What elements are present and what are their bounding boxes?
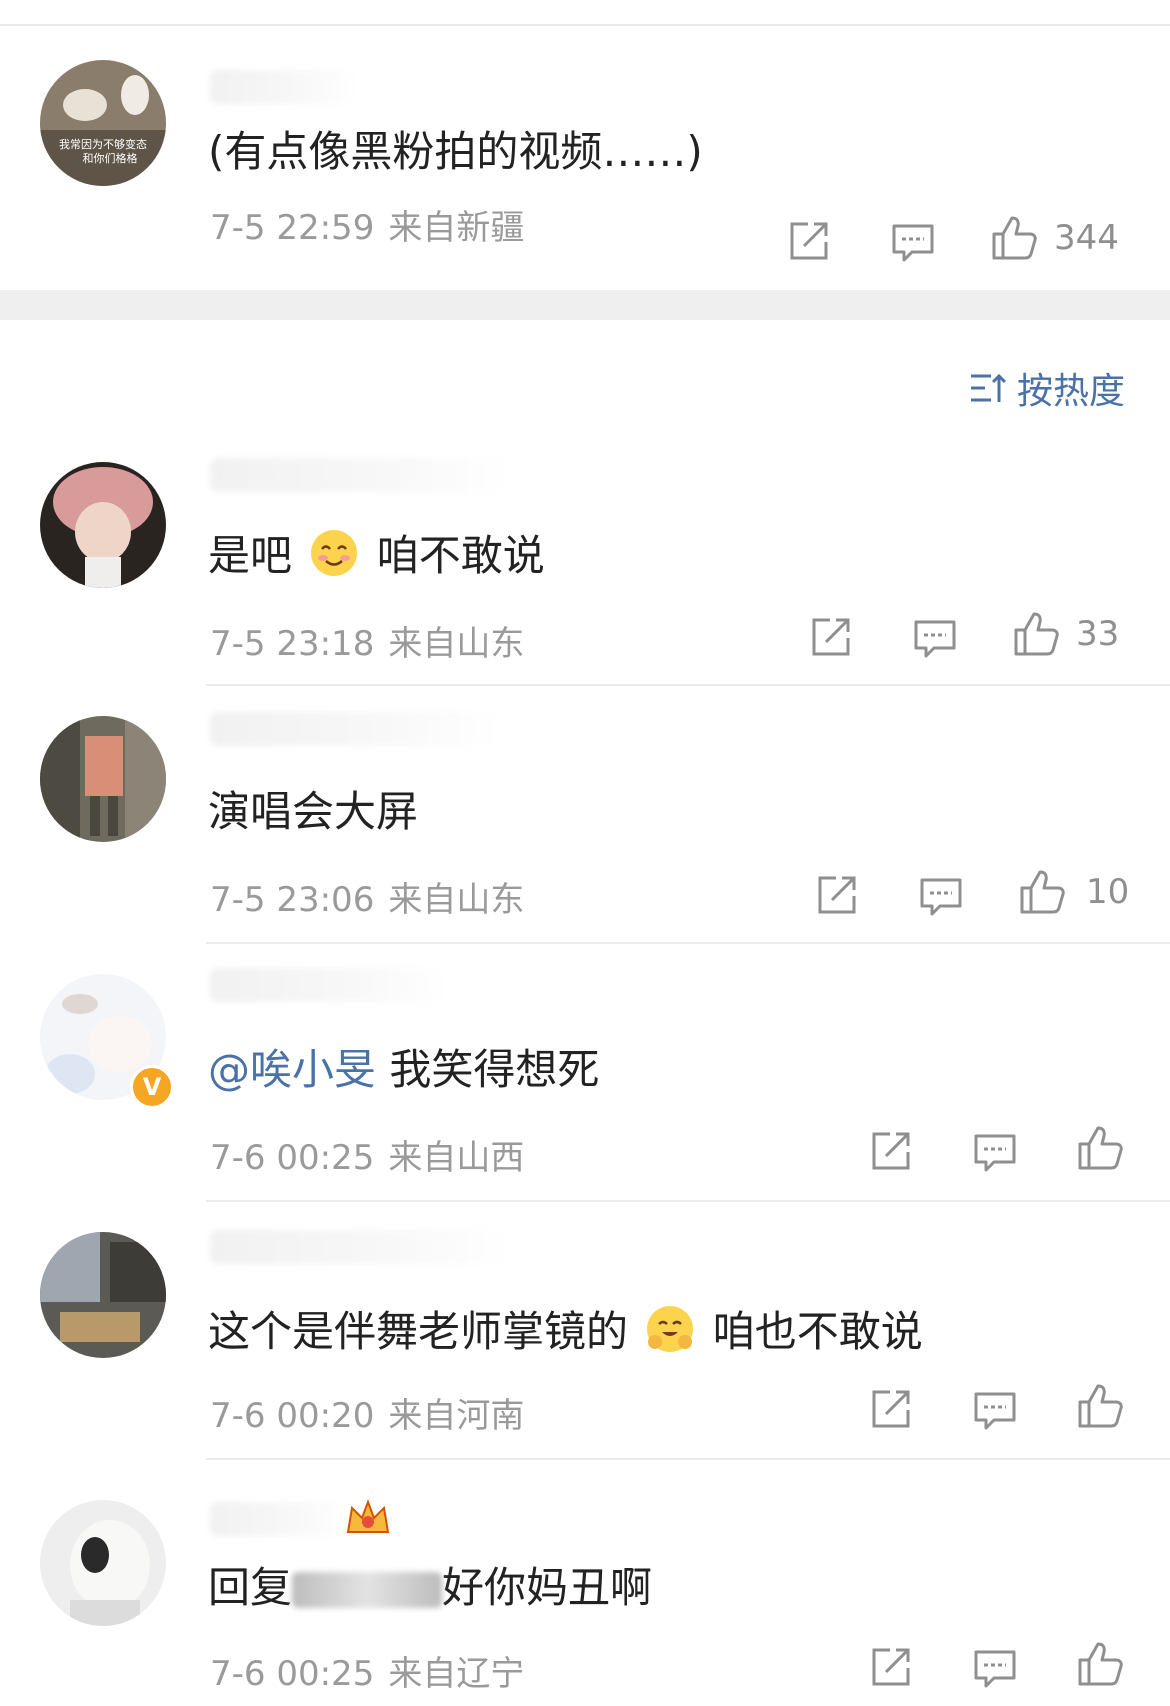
comment-text: 演唱会大屏 (208, 787, 419, 836)
username-obscured[interactable] (210, 70, 360, 104)
username-obscured[interactable] (210, 712, 500, 746)
reply-button[interactable] (972, 1128, 1018, 1174)
reply-button[interactable] (912, 614, 958, 660)
comment-icon (974, 1392, 1016, 1430)
comment-text: 这个是伴舞老师掌镜的 咱也不敢说 (208, 1304, 923, 1358)
verified-badge: V (130, 1065, 174, 1109)
comment-icon (974, 1650, 1016, 1688)
comment-divider (206, 1200, 1170, 1202)
share-button[interactable] (868, 1644, 914, 1690)
comment-source: 来自山东 (388, 880, 525, 920)
sort-icon (970, 373, 1007, 402)
comment-source: 来自辽宁 (388, 1654, 525, 1694)
mention-link[interactable]: @唉小旻 (208, 1045, 376, 1094)
crown-badge-icon (346, 1499, 390, 1533)
thumbs-up-icon (1078, 1126, 1123, 1170)
comment-divider (206, 1458, 1170, 1460)
comment-meta: 7-6 00:20 来自河南 (210, 1388, 524, 1437)
comment-divider (206, 942, 1170, 944)
share-button[interactable] (786, 218, 832, 264)
like-button[interactable] (1076, 1640, 1123, 1686)
reply-button[interactable] (972, 1644, 1018, 1690)
avatar[interactable]: 我常因为不够变态 和你们格格 (40, 60, 166, 186)
svg-text:和你们格格: 和你们格格 (83, 151, 138, 165)
username-obscured[interactable] (210, 458, 510, 492)
avatar[interactable] (40, 462, 166, 588)
like-button[interactable] (1012, 610, 1059, 656)
comment-source: 来自河南 (388, 1396, 525, 1436)
sort-label: 按热度 (1016, 371, 1125, 412)
username-obscured[interactable] (210, 1230, 510, 1264)
username-obscured[interactable] (210, 1502, 350, 1536)
comment-time: 7-5 23:18 (210, 624, 375, 664)
avatar[interactable] (40, 1232, 166, 1358)
comment-meta: 7-5 23:18 来自山东 (210, 616, 524, 665)
share-button[interactable] (808, 614, 854, 660)
share-button[interactable] (814, 872, 860, 918)
comment-time: 7-6 00:25 (210, 1138, 375, 1178)
share-icon (790, 222, 828, 260)
comment-time: 7-5 23:06 (210, 880, 375, 920)
thumbs-up-icon (1078, 1384, 1123, 1428)
share-button[interactable] (868, 1128, 914, 1174)
comment-source: 来自山东 (388, 624, 525, 664)
thumbs-up-icon (1078, 1642, 1123, 1686)
comment-meta: 7-5 22:59 来自新疆 (210, 200, 524, 249)
reply-button[interactable] (972, 1386, 1018, 1432)
share-icon (872, 1132, 910, 1170)
comment-meta: 7-6 00:25 来自辽宁 (210, 1646, 524, 1695)
comment-divider (206, 684, 1170, 686)
sort-by-hot-button[interactable]: 按热度 (969, 362, 1125, 414)
comment-source: 来自山西 (388, 1138, 525, 1178)
comment-icon (914, 620, 956, 658)
svg-text:我常因为不够变态: 我常因为不够变态 (59, 137, 147, 151)
like-button[interactable] (990, 214, 1037, 260)
comment-icon (920, 878, 962, 916)
like-button[interactable] (1076, 1382, 1123, 1428)
comment-source: 来自新疆 (388, 208, 525, 248)
comment-time: 7-6 00:20 (210, 1396, 375, 1436)
avatar[interactable] (40, 1500, 166, 1626)
comment-icon (974, 1134, 1016, 1172)
comment-text: @唉小旻 我笑得想死 (208, 1045, 600, 1094)
like-button[interactable] (1076, 1124, 1123, 1170)
comment-text: 回复 好你妈丑啊 (208, 1563, 653, 1612)
share-icon (872, 1648, 910, 1686)
comment-time: 7-5 22:59 (210, 208, 375, 248)
share-icon (818, 876, 856, 914)
comment-meta: 7-5 23:06 来自山东 (210, 872, 524, 921)
reply-target-obscured[interactable] (292, 1572, 443, 1608)
comment-meta: 7-6 00:25 来自山西 (210, 1130, 524, 1179)
smiling-face-emoji (311, 530, 358, 576)
section-separator (0, 290, 1170, 320)
comment-icon (892, 224, 934, 262)
like-count: 344 (1054, 218, 1119, 258)
comment-text: (有点像黑粉拍的视频……) (208, 127, 703, 176)
username-obscured[interactable] (210, 968, 450, 1002)
avatar[interactable] (40, 716, 166, 842)
share-icon (872, 1390, 910, 1428)
like-button[interactable] (1018, 868, 1065, 914)
reply-button[interactable] (890, 218, 936, 264)
hugging-face-emoji (647, 1306, 694, 1352)
thumbs-up-icon (992, 216, 1037, 260)
comment-time: 7-6 00:25 (210, 1654, 375, 1694)
top-divider (0, 24, 1170, 26)
like-count: 10 (1086, 872, 1130, 912)
share-button[interactable] (868, 1386, 914, 1432)
share-icon (812, 618, 850, 656)
reply-button[interactable] (918, 872, 964, 918)
thumbs-up-icon (1014, 612, 1059, 656)
thumbs-up-icon (1020, 870, 1065, 914)
comment-text: 是吧 咱不敢说 (208, 528, 545, 582)
like-count: 33 (1076, 614, 1120, 654)
